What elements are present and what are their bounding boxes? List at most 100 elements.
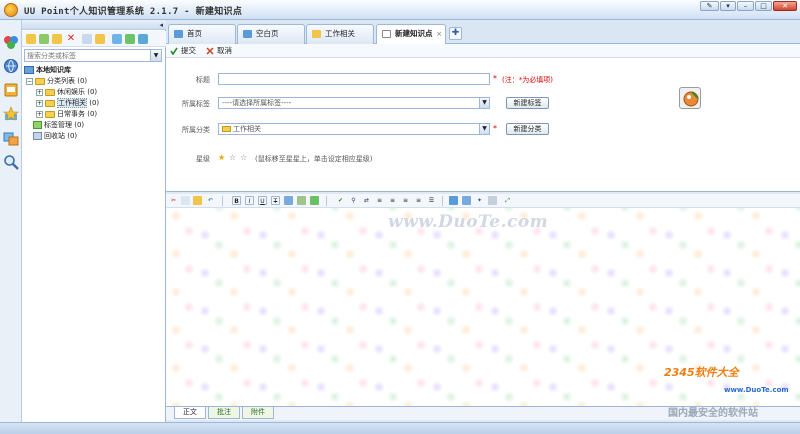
new-tag-button[interactable]: 新建标签 bbox=[506, 97, 549, 109]
folder-icon bbox=[35, 77, 45, 85]
align-left-icon[interactable]: ≡ bbox=[375, 196, 384, 205]
collapse-toggle-icon[interactable]: − bbox=[26, 77, 33, 85]
tree-search-field[interactable]: ▼ bbox=[24, 49, 162, 62]
toolbar-separator bbox=[326, 196, 327, 206]
chevron-down-icon[interactable]: ▼ bbox=[479, 98, 489, 108]
tab-home[interactable]: 首页 bbox=[168, 24, 236, 44]
chevron-down-icon[interactable]: ▼ bbox=[479, 124, 489, 134]
recycle-bin-icon bbox=[33, 132, 42, 140]
expand-toggle-icon[interactable]: + bbox=[36, 88, 43, 96]
bold-icon[interactable]: B bbox=[232, 196, 241, 205]
star-2-icon[interactable]: ☆ bbox=[229, 153, 236, 162]
copy-icon[interactable] bbox=[181, 196, 190, 205]
tools-icon[interactable] bbox=[3, 130, 19, 146]
skin-button[interactable]: ✎ bbox=[700, 1, 719, 11]
source-icon[interactable] bbox=[449, 196, 458, 205]
toolbar-separator bbox=[222, 196, 223, 206]
collapse-panel-button[interactable]: ◂ bbox=[159, 21, 163, 29]
add-tab-button[interactable]: ✚ bbox=[449, 27, 462, 40]
web-icon[interactable]: ✦ bbox=[475, 196, 484, 205]
star-1-icon[interactable]: ★ bbox=[218, 153, 225, 162]
document-icon bbox=[382, 30, 391, 38]
spellcheck-icon[interactable]: ✔ bbox=[336, 196, 345, 205]
submit-button[interactable]: 提交 bbox=[170, 46, 196, 56]
knowledge-icon[interactable] bbox=[3, 34, 19, 50]
search-icon[interactable] bbox=[3, 154, 19, 170]
cancel-button[interactable]: 取消 bbox=[206, 46, 232, 56]
watermark-text: www.DuoTe.com bbox=[388, 212, 549, 232]
table-icon[interactable] bbox=[284, 196, 293, 205]
tab-body[interactable]: 正文 bbox=[174, 407, 206, 419]
required-marker: * bbox=[493, 124, 497, 133]
watermark-badge: 国内最安全的软件站 bbox=[668, 408, 758, 419]
cut-icon[interactable]: ✂ bbox=[169, 196, 178, 205]
paste-icon[interactable] bbox=[193, 196, 202, 205]
fullscreen-icon[interactable]: ⤢ bbox=[503, 196, 512, 205]
category-select[interactable]: 工作相关 ▼ bbox=[218, 123, 490, 135]
align-justify-icon[interactable]: ≡ bbox=[414, 196, 423, 205]
replace-icon[interactable]: ⇄ bbox=[362, 196, 371, 205]
favorites-icon[interactable] bbox=[3, 106, 19, 122]
tree-node-root[interactable]: 本地知识库 bbox=[24, 65, 71, 75]
import-icon[interactable] bbox=[112, 34, 122, 44]
chevron-down-icon[interactable]: ▼ bbox=[150, 50, 161, 61]
watermark-site: www.DuoTe.com bbox=[724, 386, 789, 394]
notebook-icon[interactable] bbox=[3, 82, 19, 98]
strikethrough-icon[interactable]: T bbox=[271, 196, 280, 205]
link-icon[interactable] bbox=[310, 196, 319, 205]
export-icon[interactable] bbox=[125, 34, 135, 44]
required-marker: * bbox=[493, 74, 497, 83]
tab-attachments[interactable]: 附件 bbox=[242, 407, 274, 419]
page-icon bbox=[243, 30, 252, 38]
cancel-icon bbox=[206, 47, 214, 55]
underline-icon[interactable]: U bbox=[258, 196, 267, 205]
move-icon[interactable] bbox=[95, 34, 105, 44]
note-form: 提交 取消 标题 * (注：*为必填项) 所属标签 ----请选择所属标签---… bbox=[166, 44, 800, 192]
tree-node-daily[interactable]: + 日常事务 (0) bbox=[36, 109, 97, 119]
action-bar: 提交 取消 bbox=[166, 44, 800, 58]
expand-toggle-icon[interactable]: + bbox=[36, 110, 43, 118]
preview-icon[interactable] bbox=[462, 196, 471, 205]
required-hint: (注：*为必填项) bbox=[502, 76, 553, 84]
close-tab-icon[interactable]: × bbox=[436, 25, 442, 43]
open-folder-icon[interactable] bbox=[52, 34, 62, 44]
image-icon[interactable] bbox=[297, 196, 306, 205]
tree-node-categories[interactable]: − 分类列表 (0) bbox=[26, 76, 87, 86]
tag-select[interactable]: ----请选择所属标签---- ▼ bbox=[218, 97, 490, 109]
tree-node-work[interactable]: + 工作相关 (0) bbox=[36, 98, 99, 108]
undo-icon[interactable]: ↶ bbox=[206, 196, 215, 205]
tab-work[interactable]: 工作相关 bbox=[306, 24, 374, 44]
expand-toggle-icon[interactable]: + bbox=[36, 99, 43, 107]
print-icon[interactable] bbox=[488, 196, 497, 205]
menu-button[interactable]: ▾ bbox=[720, 1, 736, 11]
tab-comments[interactable]: 批注 bbox=[208, 407, 240, 419]
title-input[interactable] bbox=[218, 73, 490, 85]
delete-icon[interactable]: ✕ bbox=[66, 34, 76, 44]
tree-node-tags[interactable]: 标签管理 (0) bbox=[33, 120, 84, 130]
star-hint: (鼠标移至星星上，单击设定相应星级) bbox=[255, 155, 373, 163]
copy-icon[interactable] bbox=[82, 34, 92, 44]
tree-node-leisure[interactable]: + 休闲娱乐 (0) bbox=[36, 87, 97, 97]
minimize-button[interactable]: – bbox=[737, 1, 754, 11]
maximize-button[interactable]: □ bbox=[755, 1, 772, 11]
list-icon[interactable]: ☰ bbox=[427, 196, 436, 205]
tab-blank[interactable]: 空白页 bbox=[237, 24, 305, 44]
star-3-icon[interactable]: ☆ bbox=[240, 153, 247, 162]
tab-new-note[interactable]: 新建知识点 × bbox=[376, 24, 446, 45]
star-label: 星级 bbox=[196, 155, 210, 163]
align-center-icon[interactable]: ≡ bbox=[388, 196, 397, 205]
close-button[interactable]: ✕ bbox=[773, 1, 797, 11]
new-category-button[interactable]: 新建分类 bbox=[506, 123, 549, 135]
folder-icon bbox=[45, 110, 55, 118]
italic-icon[interactable]: I bbox=[245, 196, 254, 205]
palette-icon[interactable] bbox=[679, 87, 701, 109]
folder-icon bbox=[45, 99, 55, 107]
new-folder-icon[interactable] bbox=[26, 34, 36, 44]
globe-icon[interactable] bbox=[3, 58, 19, 74]
tree-node-recycle[interactable]: 回收站 (0) bbox=[33, 131, 77, 141]
refresh-icon[interactable] bbox=[138, 34, 148, 44]
align-right-icon[interactable]: ≡ bbox=[401, 196, 410, 205]
find-icon[interactable]: ⚲ bbox=[349, 196, 358, 205]
add-item-icon[interactable] bbox=[39, 34, 49, 44]
tree-search-input[interactable] bbox=[25, 50, 147, 61]
